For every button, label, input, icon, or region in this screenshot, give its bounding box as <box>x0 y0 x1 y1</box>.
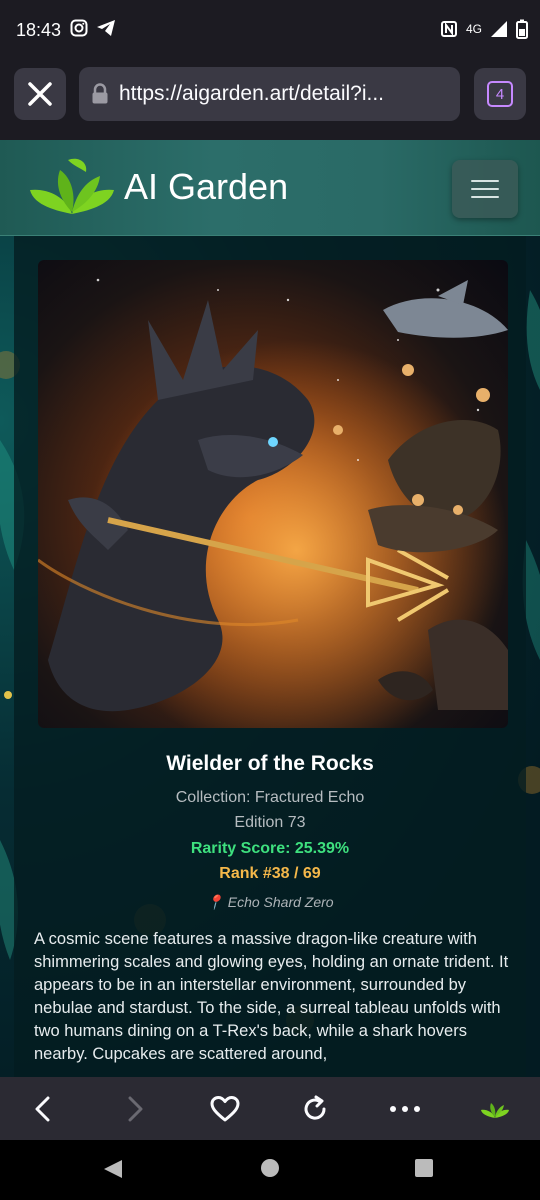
site-logo[interactable]: AI Garden <box>28 156 288 218</box>
rank: Rank #38 / 69 <box>219 865 321 882</box>
nfc-icon <box>440 21 457 37</box>
menu-line <box>471 180 499 182</box>
site-shortcut-button[interactable] <box>476 1090 514 1128</box>
sprout-logo-icon <box>30 158 114 214</box>
signal-icon <box>491 21 507 37</box>
artwork-title: Wielder of the Rocks <box>166 752 374 775</box>
bookmark-button[interactable] <box>206 1090 244 1128</box>
artwork-detail-card: Wielder of the Rocks Collection: Fractur… <box>14 236 526 1077</box>
system-navigation-bar <box>0 1140 540 1200</box>
tabs-button[interactable]: 4 <box>474 68 526 120</box>
system-home-button[interactable] <box>260 1158 280 1178</box>
close-icon <box>28 82 52 106</box>
edition-number: Edition 73 <box>234 814 306 831</box>
system-back-button[interactable] <box>102 1158 124 1180</box>
menu-line <box>471 188 499 190</box>
location-text: Echo Shard Zero <box>227 894 334 910</box>
tab-count: 4 <box>487 81 513 107</box>
logo-text: AI Garden <box>124 166 289 207</box>
square-recents-icon <box>415 1159 433 1177</box>
menu-line <box>471 196 499 198</box>
more-options-button[interactable] <box>386 1090 424 1128</box>
url-text: https://aigarden.art/detail?i... <box>119 82 384 105</box>
back-button[interactable] <box>24 1090 62 1128</box>
location-label: 📍 Echo Shard Zero <box>14 894 526 911</box>
more-icon <box>390 1106 420 1112</box>
web-page: AI Garden Wielder of the Rocks Collectio… <box>0 140 540 1077</box>
network-type: 4G <box>465 22 482 36</box>
system-recents-button[interactable] <box>414 1158 434 1178</box>
close-tab-button[interactable] <box>14 68 66 120</box>
status-bar: 18:43 4G <box>0 0 540 60</box>
battery-icon <box>516 19 528 39</box>
lock-icon <box>91 83 109 105</box>
artwork-image[interactable] <box>38 260 508 728</box>
url-field[interactable]: https://aigarden.art/detail?i... <box>79 67 460 121</box>
back-icon <box>35 1096 50 1122</box>
status-system-icons: 4G <box>440 19 528 39</box>
reload-button[interactable] <box>296 1090 334 1128</box>
reload-icon <box>304 1095 326 1120</box>
forward-button[interactable] <box>116 1090 154 1128</box>
triangle-back-icon <box>104 1160 122 1178</box>
browser-url-bar-row: https://aigarden.art/detail?i... 4 <box>0 60 540 140</box>
status-time: 18:43 <box>16 20 62 40</box>
hamburger-menu-button[interactable] <box>452 160 518 218</box>
rarity-score: Rarity Score: 25.39% <box>190 840 350 857</box>
instagram-icon <box>70 19 88 37</box>
site-header: AI Garden <box>0 140 540 236</box>
forward-icon <box>128 1096 143 1122</box>
site-logo-icon <box>481 1103 509 1118</box>
telegram-icon <box>97 20 115 36</box>
location-pin-icon: 📍 <box>206 894 224 910</box>
heart-icon <box>210 1096 240 1122</box>
artwork-description: A cosmic scene features a massive dragon… <box>34 930 509 1063</box>
collection-name: Collection: Fractured Echo <box>175 789 365 806</box>
status-notification-icons <box>70 19 116 37</box>
circle-home-icon <box>261 1159 279 1177</box>
browser-bottom-toolbar <box>0 1077 540 1140</box>
